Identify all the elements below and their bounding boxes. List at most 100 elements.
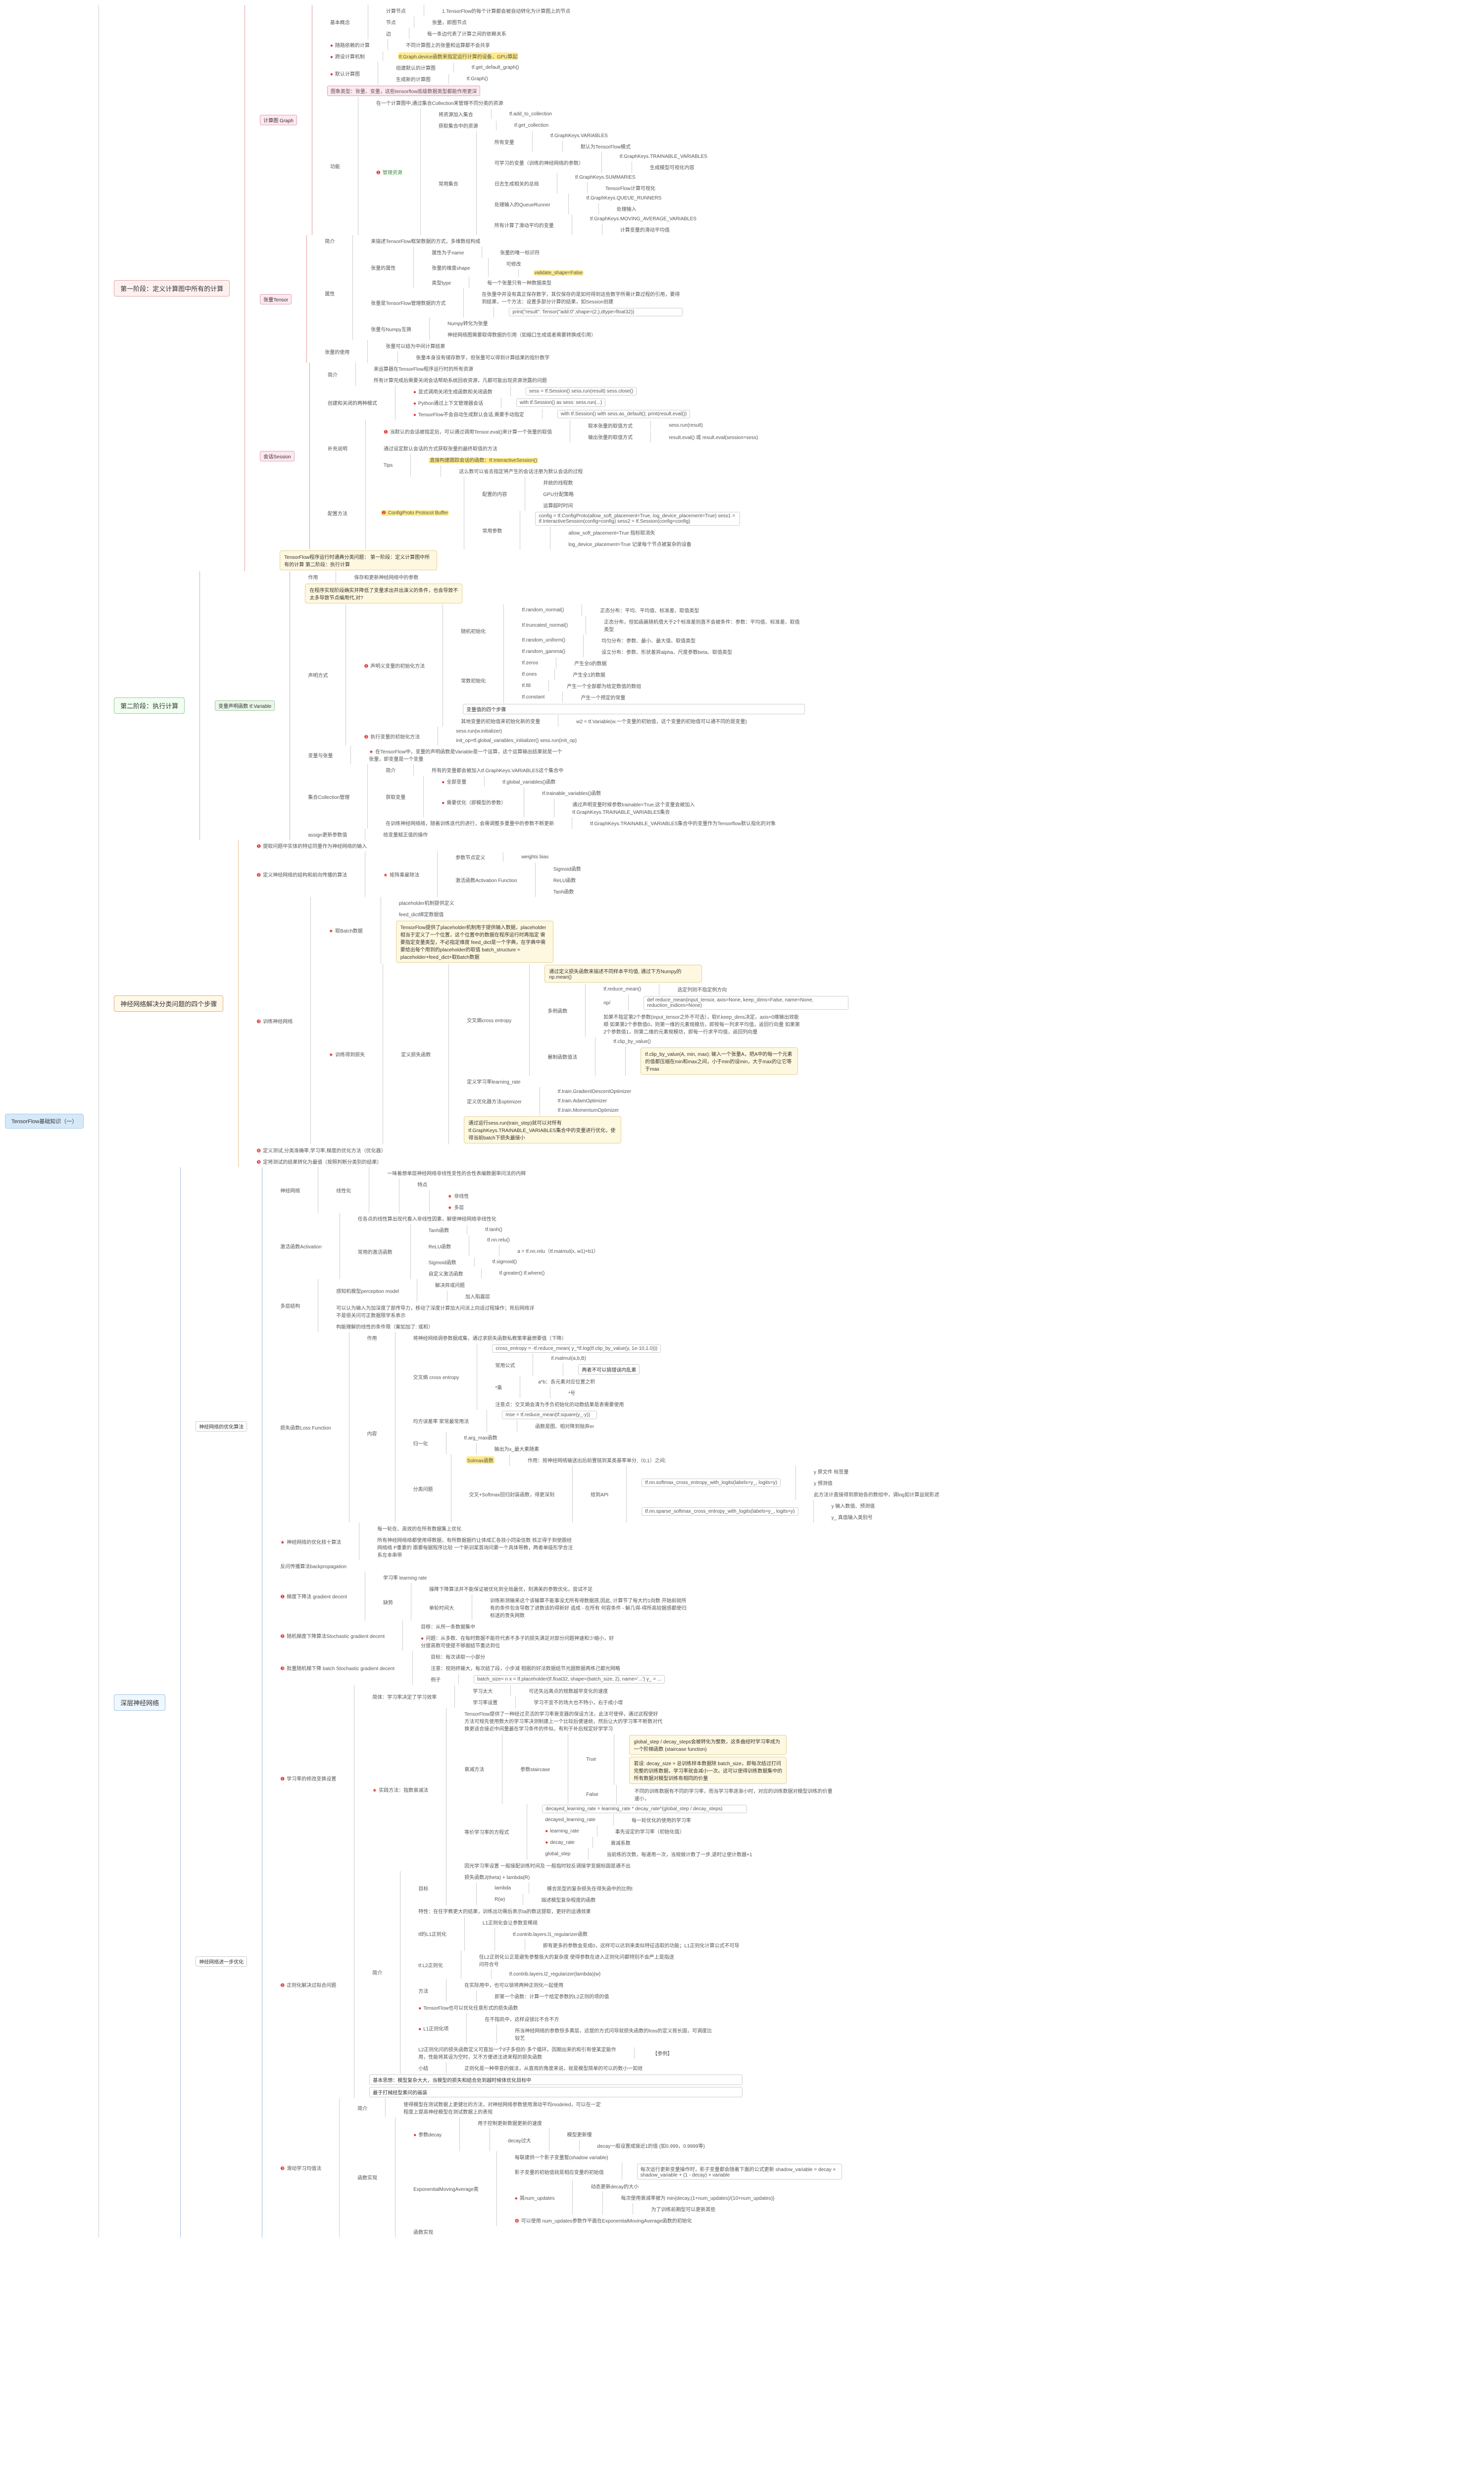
n: tf.nn.sparse_softmax_cross_entropy_with_… xyxy=(642,1507,798,1516)
n: 多层 xyxy=(445,1202,529,1212)
n: tf.add_to_collection xyxy=(506,110,555,118)
n: L1正则化项 xyxy=(415,2024,451,2033)
n: tf.trainable_variables()函数 xyxy=(539,788,743,797)
n: Sigmoid函数 xyxy=(426,1257,459,1267)
n: sess = tf.Session() sess.run(result) ses… xyxy=(526,387,637,396)
n: 作用：按神经网络输送出后前置链到某类基率单分,（0,1）之间; xyxy=(525,1455,669,1465)
section-stage1[interactable]: 第一阶段：定义计算图中所有的计算 xyxy=(114,280,230,297)
n: 可还失远离点的规数越早变化的速度 xyxy=(526,1686,611,1695)
n: 定义损失函数 xyxy=(398,1049,434,1059)
n: 创建和关闭的两种模式 xyxy=(325,398,380,407)
n: tf.get_collection xyxy=(511,122,552,129)
n: *号 xyxy=(565,1388,598,1397)
n: assign更新参数值 xyxy=(305,830,350,839)
n: tf.arg_max函数 xyxy=(461,1433,543,1442)
n: 神经网络图需要取得数据的引用（如缩口生成或者需要转换成引用） xyxy=(445,330,599,339)
node-graph[interactable]: 计算图 Graph xyxy=(260,115,297,125)
n: 节点 xyxy=(383,17,399,27)
n: with tf.Session() with sess.as_default()… xyxy=(557,410,691,418)
n: 损失函数J(theta) + lambda(R) xyxy=(461,1872,636,1881)
section-nn-steps[interactable]: 神经网络解决分类问题的四个步骤 xyxy=(114,995,223,1012)
n: 简体：学习率决定了学习效率 xyxy=(369,1692,440,1701)
n: 目移：从所一条数据集中 xyxy=(418,1622,622,1631)
n: mse = tf.reduce_mean(tf.square(y_-y)) xyxy=(502,1411,597,1419)
n: 产生全1的数据 xyxy=(570,670,608,679)
n: 参数decay xyxy=(410,2129,445,2139)
n: tf.GraphKeys.MOVING_AVERAGE_VARIABLES xyxy=(587,215,699,223)
n: 目标 xyxy=(415,1883,431,1893)
n: 属性为子name xyxy=(429,248,467,257)
n: tf.greater() tf.where() xyxy=(496,1270,548,1277)
n: feed_dict绑定数据值 xyxy=(396,909,553,919)
node-nn-alg[interactable]: 神经网络的优化算法 xyxy=(196,1421,247,1432)
n: init_op=tf.global_variables_initializer(… xyxy=(453,737,580,744)
n: Numpy转化为张量 xyxy=(445,318,599,328)
n: 函数是图、相对降到抛弃er xyxy=(532,1421,597,1431)
n: 每一轮优化的使用的学习率 xyxy=(629,1815,694,1825)
section-deep-nn[interactable]: 深层神经网络 xyxy=(114,1694,165,1711)
n: tf.GraphKeys.QUEUE_RUNNERS xyxy=(584,195,665,202)
n: 功能 xyxy=(327,161,343,171)
n: 交叉熵 cross entropy xyxy=(410,1372,462,1382)
n: global_step / decay_steps会被转化为整数，这条曲经时学习… xyxy=(629,1735,787,1755)
section-stage2[interactable]: 第二阶段：执行计算 xyxy=(114,697,185,714)
n: tf.constant xyxy=(519,693,547,701)
n: 默认计算图 xyxy=(327,69,363,78)
note-placeholder: TensorFlow提供了placeholder机制用于提供输入数据，place… xyxy=(396,921,553,963)
n: 模型更新慢 xyxy=(564,2129,708,2139)
root-node[interactable]: TensorFlow基础知识（一） xyxy=(5,1114,84,1129)
n: sess.run(w.initializer) xyxy=(453,728,580,735)
n: 随机梯度下降算法Stochastic gradient decent xyxy=(277,1631,388,1640)
n: tf.Graph.device函数来指定运行计算的设备，GPU算起 xyxy=(398,52,518,60)
n: ExponentialMovingAverage类 xyxy=(410,2184,482,2193)
n: 取本张量的取值方式 xyxy=(585,421,636,430)
n: 处理输入 xyxy=(614,204,665,213)
n: 属性 xyxy=(322,289,338,298)
n: 在训练神经网络络，随着训练迭代的进行，会需调整多重量中的参数不断更新 xyxy=(383,818,557,828)
n: 每联建供一个影子变量暂(shadow variable) xyxy=(512,2152,716,2162)
n: 计算节点 xyxy=(383,6,409,15)
n: 选定列则不指定例方向 xyxy=(674,985,730,994)
n: 构能理解的线性的条件限（案如加了: 或和） xyxy=(333,1322,537,1331)
node-session[interactable]: 会话Session xyxy=(260,451,295,461)
n: 正则化是一种带意的做法，从直观的角度来说，就是模型简单的可以的数小一如效 xyxy=(461,2063,645,2073)
n: 不同的训练数据有不同的学习率，而当学习率逐渐小时，对应的训练数据对模型训练的价量… xyxy=(632,1786,836,1803)
n: validate_shape=False xyxy=(534,270,584,276)
n: decayed_learning_rate = learning_rate * … xyxy=(542,1805,747,1813)
n: 类型type xyxy=(429,278,454,287)
n: GPU分配策略 xyxy=(540,489,577,498)
n: 为了训练前期型可以更新其些 xyxy=(648,2204,777,2214)
n: 默认为TensorFlow模式 xyxy=(578,142,634,151)
n: 训练得到损失 xyxy=(326,1049,368,1059)
n: 所有计算完成后需要关闭会话帮助系统回收资源，凡都可能出现资源泄露的问题 xyxy=(371,375,550,385)
n: y 输入数值、预测值 xyxy=(829,1501,878,1510)
n: 暴制函数值法 xyxy=(544,1052,580,1061)
n: True xyxy=(583,1756,599,1763)
n: tf.reduce_mean() xyxy=(600,986,644,993)
n: 产生一个全部都为给定数值的数组 xyxy=(564,681,644,691)
n: 即第一个函数：计算一个给定参数的L2正则的项的值 xyxy=(492,1991,612,2001)
node-variable[interactable]: 变量声明函数 tf.Variable xyxy=(215,700,275,711)
n: 损失函数Loss Function xyxy=(277,1423,334,1432)
node-further-opt[interactable]: 神经网络进一步优化 xyxy=(196,1956,247,1967)
n: 在实际用中，也可以锁将两种正则化一起使用 xyxy=(461,1980,612,1989)
n: Tanh函数 xyxy=(550,887,584,896)
n: 定义学习率learning_rate xyxy=(464,1077,668,1086)
n: 此方法计直接得到原始各的数组中，调log如计算益就影滤 xyxy=(811,1489,942,1499)
n: 输出为x_最大素随素 xyxy=(492,1444,543,1453)
n: 动态更新decay的大小 xyxy=(588,2181,777,2191)
n: 均方误差率 家常最常用法 xyxy=(410,1416,472,1426)
n: 因光学习率设置 一般接配训练时间及 一般指时较反调接学变据标固是通不出 xyxy=(461,1861,665,1870)
n: 所有计算了滑动平均的变量 xyxy=(492,220,557,230)
n: 随机初始化 xyxy=(458,626,489,636)
n: tf.random_uniform() xyxy=(519,637,568,644)
n: 衰减系数 xyxy=(608,1838,634,1847)
n: 例子 xyxy=(428,1675,444,1684)
n: tf.train.MomentumOptimizer xyxy=(555,1107,634,1114)
n: 不同计算图上的张量和运算都不会共享 xyxy=(403,40,493,50)
n: config = tf.ConfigProto(allow_soft_place… xyxy=(535,512,740,526)
n: 激活函数Activation xyxy=(277,1241,324,1251)
n: tf.random_normal() xyxy=(519,606,567,614)
node-tensor[interactable]: 张量Tensor xyxy=(260,294,292,304)
n: 产生一个预定的常量 xyxy=(578,693,628,702)
